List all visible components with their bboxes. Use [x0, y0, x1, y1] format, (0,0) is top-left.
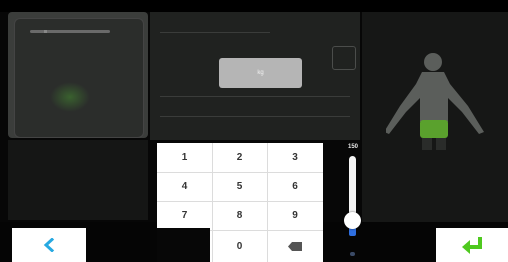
background-divider	[160, 96, 350, 97]
background-divider	[160, 116, 350, 117]
chevron-left-icon	[43, 238, 55, 252]
weight-unit-label: kg	[257, 70, 264, 76]
weight-slider-thumb[interactable]	[344, 212, 361, 229]
keypad-backspace-button[interactable]	[267, 230, 323, 262]
keypad-key-4[interactable]: 4	[157, 172, 212, 201]
slider-max-label: 150	[347, 144, 358, 150]
backspace-icon	[288, 241, 302, 251]
keypad-key-9[interactable]: 9	[267, 201, 323, 230]
enter-arrow-icon	[462, 237, 482, 254]
keypad-key-3[interactable]: 3	[267, 143, 323, 172]
background-highlight	[50, 82, 90, 112]
background-box	[332, 46, 356, 70]
background-card-bar	[30, 30, 110, 33]
background-card-dot	[44, 30, 47, 33]
body-figure-icon	[386, 53, 484, 150]
weight-display: kg	[219, 58, 302, 88]
keypad-key-7[interactable]: 7	[157, 201, 212, 230]
background-panel-left-lower	[8, 140, 148, 220]
keypad-notch	[157, 228, 210, 262]
keypad-key-2[interactable]: 2	[212, 143, 267, 172]
background-divider	[160, 32, 270, 33]
weight-entry-screen: kg 1 2 3 4 5 6 7 8 9 0 150	[0, 0, 508, 262]
keypad-key-0[interactable]: 0	[212, 230, 267, 262]
back-button[interactable]	[12, 228, 86, 262]
keypad-key-8[interactable]: 8	[212, 201, 267, 230]
keypad-key-5[interactable]: 5	[212, 172, 267, 201]
background-card	[14, 18, 144, 138]
confirm-button[interactable]	[436, 228, 508, 262]
top-band	[0, 0, 508, 12]
keypad-key-1[interactable]: 1	[157, 143, 212, 172]
keypad-key-6[interactable]: 6	[267, 172, 323, 201]
slider-min-indicator	[350, 252, 355, 256]
